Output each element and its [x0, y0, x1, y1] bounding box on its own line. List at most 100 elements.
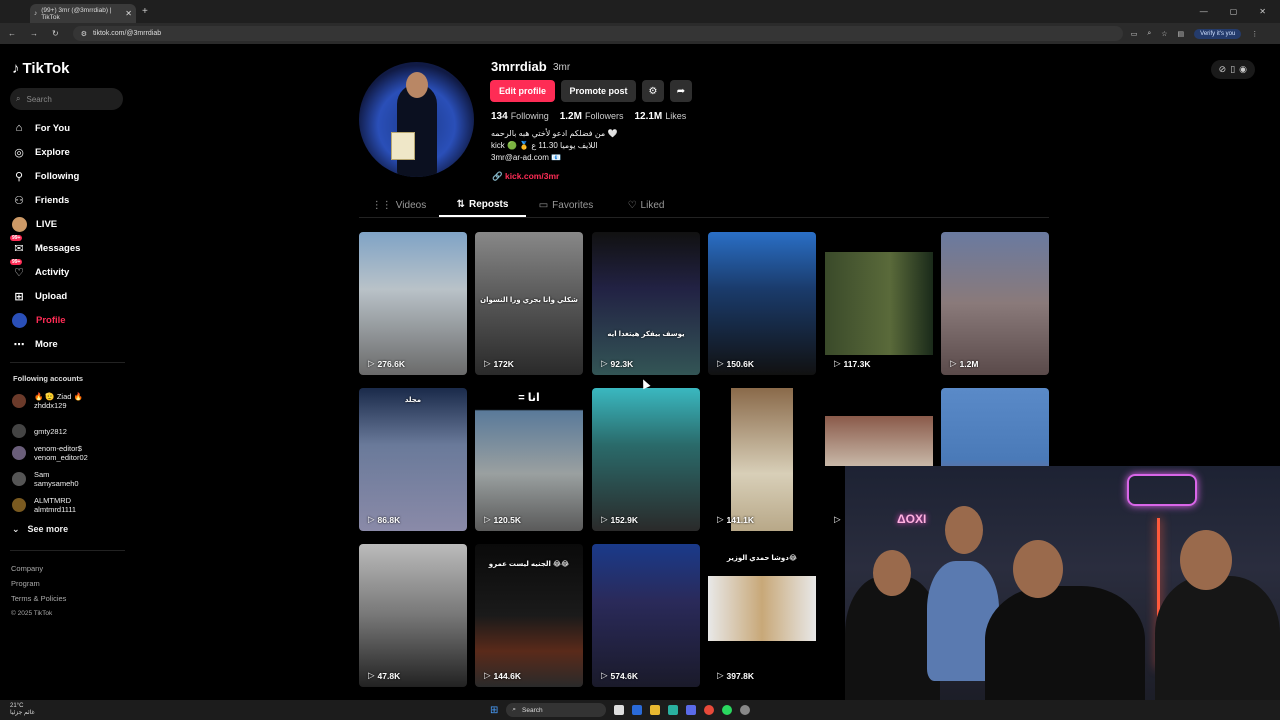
- sidebar-item-messages[interactable]: ✉ 99+ Messages: [10, 235, 80, 255]
- sidebar-item-upload[interactable]: ⊞ Upload: [12, 289, 67, 303]
- head-shape: [873, 550, 911, 596]
- site-info-icon[interactable]: ⚙: [81, 30, 87, 38]
- play-icon: ▷: [950, 358, 957, 368]
- head-shape: [1180, 530, 1232, 590]
- settings-app-icon[interactable]: [740, 705, 751, 715]
- edge-icon[interactable]: [668, 705, 679, 715]
- sidebar-item-explore[interactable]: ◎ Explore: [12, 145, 70, 159]
- following-account[interactable]: venom-editor$ venom_editor02: [12, 444, 88, 462]
- back-icon[interactable]: ←: [8, 29, 16, 38]
- video-thumbnail[interactable]: ▷ 152.9K: [592, 388, 700, 531]
- sidebar-item-for-you[interactable]: ⌂ For You: [12, 121, 70, 135]
- messages-badge: 99+: [10, 235, 23, 241]
- profile-avatar[interactable]: [359, 62, 474, 177]
- sidebar-item-more[interactable]: ⋯ More: [12, 337, 58, 351]
- browser-tab[interactable]: ♪ (99+) 3mr (@3mrrdiab) | TikTok ✕: [30, 4, 136, 23]
- promote-post-button[interactable]: Promote post: [561, 80, 636, 102]
- view-count: ▷: [834, 514, 844, 525]
- video-thumbnail[interactable]: مجلد ▷ 86.8K: [359, 388, 467, 531]
- verify-button[interactable]: Verify it's you: [1194, 28, 1242, 39]
- weather-temp: 21°C: [10, 703, 24, 709]
- video-caption: دوشا حمدي الوزير😂: [726, 555, 798, 562]
- tab-videos[interactable]: ⋮⋮ Videos: [359, 193, 439, 217]
- user-avatar-icon[interactable]: ◉: [1239, 64, 1247, 75]
- sidebar-item-friends[interactable]: ⚇ Friends: [12, 193, 69, 207]
- sidebar-item-label: More: [35, 338, 58, 350]
- outlook-icon[interactable]: [632, 705, 643, 715]
- discord-icon[interactable]: [686, 705, 697, 715]
- sidebar-item-profile[interactable]: Profile: [12, 313, 66, 328]
- view-count-text: 141.1K: [726, 514, 754, 525]
- forward-icon[interactable]: →: [30, 29, 38, 38]
- video-thumbnail[interactable]: شكلي وانا بجري ورا النسوان ▷ 172K: [475, 232, 583, 375]
- see-more-button[interactable]: ⌄ See more: [12, 525, 68, 534]
- footer-terms[interactable]: Terms & Policies: [11, 591, 66, 606]
- view-count: ▷ 397.8K: [717, 670, 754, 681]
- video-thumbnail[interactable]: يوسف بيفكر هيتغدا ايه ▷ 92.3K: [592, 232, 700, 375]
- taskbar-search[interactable]: ⌕ Search: [506, 703, 607, 717]
- weather-widget[interactable]: 21°C غائم جزئيا: [0, 703, 35, 717]
- chrome-icon[interactable]: [704, 705, 715, 715]
- footer-company[interactable]: Company: [11, 561, 66, 576]
- url-field[interactable]: ⚙ tiktok.com/@3mrrdiab: [72, 26, 1123, 41]
- close-tab-icon[interactable]: ✕: [125, 9, 132, 18]
- new-tab-icon[interactable]: +: [142, 6, 148, 17]
- video-thumbnail[interactable]: ▷ 276.6K: [359, 232, 467, 375]
- file-explorer-icon[interactable]: [650, 705, 661, 715]
- bookmark-icon: ▭: [538, 199, 549, 211]
- video-thumbnail[interactable]: ▷ 141.1K: [708, 388, 816, 531]
- footer-program[interactable]: Program: [11, 576, 66, 591]
- settings-icon[interactable]: ⚙: [642, 80, 664, 102]
- zoom-icon[interactable]: ⌕: [1147, 30, 1151, 38]
- tab-liked[interactable]: ♡ Liked: [606, 193, 686, 217]
- tab-favorites[interactable]: ▭ Favorites: [526, 193, 606, 217]
- video-thumbnail[interactable]: ▷ 1.2M: [941, 232, 1049, 375]
- video-thumbnail[interactable]: الجنيه ليست عمرو 😂😂 ▷ 144.6K: [475, 544, 583, 687]
- window-close-icon[interactable]: ✕: [1259, 7, 1266, 16]
- following-account[interactable]: 🔥 🫡 Ziad 🔥 zhddx129: [12, 392, 83, 410]
- tab-reposts[interactable]: ⇅ Reposts: [439, 193, 526, 217]
- activity-icon: ♡ 99+: [10, 259, 24, 279]
- likes-stat: 12.1M Likes: [634, 111, 686, 122]
- following-account[interactable]: gmty2812: [12, 424, 67, 438]
- friends-icon: ⚇: [14, 194, 24, 207]
- following-stat[interactable]: 134 Following: [491, 111, 549, 122]
- view-count: ▷ 574.6K: [601, 670, 638, 681]
- video-thumbnail[interactable]: ▷ 574.6K: [592, 544, 700, 687]
- video-thumbnail[interactable]: = انا ▷ 120.5K: [475, 388, 583, 531]
- following-account[interactable]: Sam samysameh0: [12, 470, 79, 488]
- video-thumbnail[interactable]: ▷ 117.3K: [825, 232, 933, 375]
- sidebar-item-activity[interactable]: ♡ 99+ Activity: [10, 259, 69, 279]
- video-thumbnail[interactable]: ▷ 150.6K: [708, 232, 816, 375]
- phone-icon[interactable]: ▯: [1230, 64, 1235, 75]
- maximize-icon[interactable]: ▢: [1230, 7, 1238, 16]
- person-shape: [845, 576, 940, 720]
- sidebar-item-following[interactable]: ⚲ Following: [12, 169, 79, 183]
- view-count-text: 117.3K: [843, 358, 871, 369]
- install-icon[interactable]: ▭: [1131, 30, 1138, 38]
- reload-icon[interactable]: ↻: [52, 29, 59, 38]
- sidebar-item-label: LIVE: [36, 219, 58, 230]
- followers-stat[interactable]: 1.2M Followers: [560, 111, 624, 122]
- coin-icon[interactable]: ⊘: [1219, 64, 1227, 75]
- windows-start-icon[interactable]: ⊞: [490, 705, 498, 716]
- bookmark-star-icon[interactable]: ☆: [1161, 30, 1167, 38]
- spotify-icon[interactable]: [722, 705, 733, 715]
- view-count: ▷ 92.3K: [601, 358, 633, 369]
- video-caption: يوسف بيفكر هيتغدا ايه: [607, 331, 685, 338]
- profile-link[interactable]: 🔗 kick.com/3mr: [492, 171, 559, 182]
- browser-menu-icon[interactable]: ⋮: [1251, 30, 1258, 38]
- play-icon: ▷: [368, 514, 375, 524]
- video-thumbnail[interactable]: دوشا حمدي الوزير😂 ▷ 397.8K: [708, 544, 816, 687]
- edit-profile-button[interactable]: Edit profile: [490, 80, 555, 102]
- minimize-icon[interactable]: —: [1200, 7, 1208, 16]
- search-input[interactable]: ⌕ Search: [10, 88, 123, 110]
- bio-line: 3mr@ar-ad.com 📧: [491, 153, 562, 162]
- sidebar-item-live[interactable]: LIVE: [12, 217, 57, 232]
- share-icon[interactable]: ➦: [670, 80, 692, 102]
- following-account[interactable]: ALMTMRD almtmrd1111: [12, 496, 76, 514]
- extensions-icon[interactable]: ▤: [1178, 30, 1185, 38]
- task-view-icon[interactable]: [614, 705, 625, 715]
- tiktok-logo[interactable]: ♪ TikTok: [12, 60, 69, 77]
- video-thumbnail[interactable]: ▷ 47.8K: [359, 544, 467, 687]
